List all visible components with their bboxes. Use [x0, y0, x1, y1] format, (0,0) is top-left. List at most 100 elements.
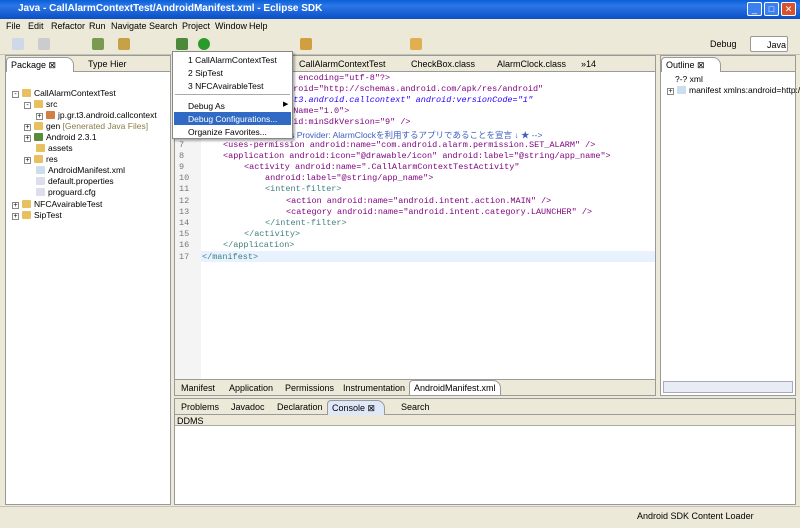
code-line[interactable]: 0" encoding="utf-8"?>: [283, 73, 390, 83]
outline-item-manifest[interactable]: + manifest xmlns:android=http://: [667, 85, 800, 95]
menu-item-organize-favorites[interactable]: Organize Favorites...: [174, 125, 291, 138]
tab-instrumentation[interactable]: Instrumentation: [339, 381, 409, 396]
code-line[interactable]: android:label="@string/app_name">: [265, 173, 433, 183]
close-button[interactable]: ✕: [781, 2, 796, 16]
tab-declaration[interactable]: Declaration: [273, 400, 327, 415]
menu-help[interactable]: Help: [249, 21, 268, 31]
maximize-button[interactable]: □: [764, 2, 779, 16]
code-line[interactable]: </activity>: [244, 229, 300, 239]
tree-item-package[interactable]: + jp.gr.t3.android.callcontext: [36, 110, 157, 120]
tree-item-assets[interactable]: assets: [36, 143, 73, 153]
editor-tab-checkbox[interactable]: CheckBox.class: [397, 57, 479, 72]
editor-tab-callalarm[interactable]: CallAlarmContextTest: [295, 57, 390, 72]
label: Android 2.3.1: [46, 132, 97, 142]
tab-label: AlarmClock.class: [497, 59, 567, 69]
back-icon[interactable]: [410, 38, 422, 50]
tree-item-src[interactable]: - src: [24, 99, 57, 109]
code-line[interactable]: ndroid="http://schemas.android.com/apk/r…: [283, 84, 543, 94]
current-line-highlight: [201, 251, 655, 262]
tab-label: Problems: [181, 402, 220, 412]
label: NFCAvairableTest: [34, 199, 103, 209]
horizontal-scrollbar[interactable]: [663, 381, 793, 393]
menu-item-debug-as[interactable]: Debug As: [174, 99, 291, 112]
run-icon[interactable]: [198, 38, 210, 50]
line-number: 8: [179, 151, 185, 161]
line-number: 13: [179, 207, 190, 217]
tab-label: Manifest: [181, 383, 216, 393]
new-project-icon[interactable]: [118, 38, 130, 50]
editor-tab-overflow[interactable]: »14: [577, 57, 600, 72]
code-line[interactable]: <action android:name="android.intent.act…: [286, 196, 551, 206]
code-line[interactable]: roid:minSdkVersion="9" />: [283, 117, 411, 127]
outline-item-xml[interactable]: ?-? xml: [675, 74, 703, 84]
menu-edit[interactable]: Edit: [28, 21, 44, 31]
tree-item-manifest[interactable]: AndroidManifest.xml: [36, 165, 125, 175]
tab-manifest[interactable]: Manifest: [177, 381, 219, 396]
code-line[interactable]: <activity android:name=".CallAlarmContex…: [244, 162, 519, 172]
tab-label: Search: [401, 402, 430, 412]
menu-separator: [175, 94, 290, 95]
console-panel: Problems Javadoc Declaration Console ⊠ S…: [174, 398, 796, 505]
menu-file[interactable]: File: [6, 21, 21, 31]
tree-item-proguard[interactable]: proguard.cfg: [36, 187, 96, 197]
code-line[interactable]: r.t3.android.callcontext" android:versio…: [283, 95, 533, 105]
code-line[interactable]: <intent-filter>: [265, 184, 342, 194]
tab-manifest-xml[interactable]: AndroidManifest.xml: [409, 380, 501, 395]
debug-dropdown-menu: 1 CallAlarmContextTest 2 SipTest 3 NFCAv…: [172, 51, 293, 139]
code-line[interactable]: </intent-filter>: [265, 218, 347, 228]
code-line[interactable]: <uses-permission android:name="com.andro…: [223, 140, 595, 150]
tab-label: CallAlarmContextTest: [299, 59, 386, 69]
menu-item-debug-configurations[interactable]: Debug Configurations...: [174, 112, 291, 125]
status-bar: Android SDK Content Loader: [0, 506, 800, 528]
label-decoration: [Generated Java Files]: [62, 121, 149, 131]
menu-run[interactable]: Run: [89, 21, 106, 31]
status-text: Android SDK Content Loader: [637, 511, 754, 521]
tab-application[interactable]: Application: [225, 381, 277, 396]
label: ?-? xml: [675, 74, 703, 84]
code-line[interactable]: </manifest>: [202, 252, 258, 262]
minimize-button[interactable]: _: [747, 2, 762, 16]
line-number: 16: [179, 240, 190, 250]
menu-item-callalarm[interactable]: 1 CallAlarmContextTest: [174, 53, 291, 66]
code-line[interactable]: </application>: [223, 240, 294, 250]
android-sdk-icon[interactable]: [92, 38, 104, 50]
save-icon[interactable]: [38, 38, 50, 50]
perspective-debug[interactable]: Debug: [696, 36, 740, 52]
menu-navigate[interactable]: Navigate: [111, 21, 147, 31]
tab-javadoc[interactable]: Javadoc: [227, 400, 269, 415]
label: default.properties: [48, 176, 114, 186]
new-icon[interactable]: [12, 38, 24, 50]
debug-icon[interactable]: [176, 38, 188, 50]
title-bar: Java - CallAlarmContextTest/AndroidManif…: [0, 0, 800, 19]
tree-item-gen[interactable]: + gen [Generated Java Files]: [24, 121, 148, 131]
menu-refactor[interactable]: Refactor: [51, 21, 85, 31]
perspective-java[interactable]: Java: [750, 36, 788, 52]
tree-item-nfc-project[interactable]: + NFCAvairableTest: [12, 199, 102, 209]
search-icon[interactable]: [300, 38, 312, 50]
editor-tab-alarmclock[interactable]: AlarmClock.class: [483, 57, 570, 72]
tab-label: Javadoc: [231, 402, 265, 412]
tab-permissions[interactable]: Permissions: [281, 381, 338, 396]
menu-project[interactable]: Project: [182, 21, 210, 31]
tab-console[interactable]: Console ⊠: [327, 400, 385, 415]
menu-window[interactable]: Window: [215, 21, 247, 31]
label: src: [46, 99, 58, 109]
menu-item-siptest[interactable]: 2 SipTest: [174, 66, 291, 79]
tab-outline[interactable]: Outline ⊠: [661, 57, 721, 72]
tree-item-res[interactable]: + res: [24, 154, 58, 164]
tree-item-android-lib[interactable]: + Android 2.3.1: [24, 132, 97, 142]
menu-search[interactable]: Search: [149, 21, 178, 31]
tab-type-hierarchy[interactable]: Type Hier: [84, 57, 131, 72]
tree-item-default-properties[interactable]: default.properties: [36, 176, 114, 186]
tab-problems[interactable]: Problems: [177, 400, 223, 415]
console-header: DDMS: [175, 415, 795, 426]
submenu-arrow-icon: ▶: [283, 101, 289, 108]
outline-view: Outline ⊠ ?-? xml + manifest xmlns:androi…: [660, 55, 800, 396]
tree-item-sip-project[interactable]: + SipTest: [12, 210, 62, 220]
tab-package[interactable]: Package ⊠: [6, 57, 74, 72]
tree-item-project[interactable]: - CallAlarmContextTest: [12, 88, 116, 98]
code-line[interactable]: <category android:name="android.intent.c…: [286, 207, 592, 217]
menu-item-nfc[interactable]: 3 NFCAvairableTest: [174, 79, 291, 92]
code-line[interactable]: <application android:icon="@drawable/ico…: [223, 151, 611, 161]
tab-search[interactable]: Search: [397, 400, 434, 415]
